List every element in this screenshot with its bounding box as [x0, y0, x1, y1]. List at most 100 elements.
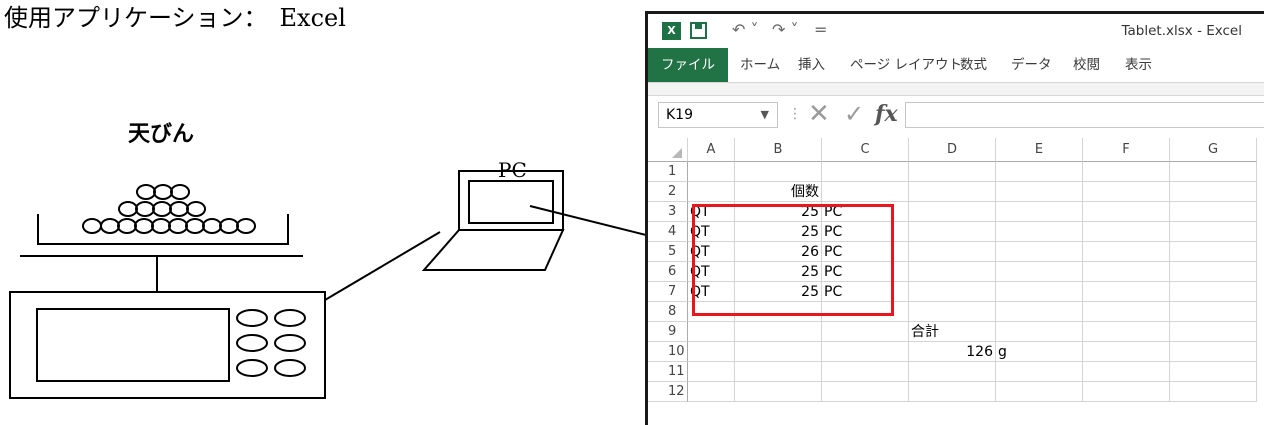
grid-cell[interactable]: [909, 282, 996, 302]
row-header[interactable]: 12: [648, 382, 688, 402]
tab-file[interactable]: ファイル: [648, 48, 728, 82]
grid-cell[interactable]: [1170, 242, 1257, 262]
grid-cell[interactable]: [996, 202, 1083, 222]
grid-cell[interactable]: [1083, 202, 1170, 222]
tab-insert[interactable]: 挿入: [798, 48, 825, 82]
tab-review[interactable]: 校閲: [1073, 48, 1100, 82]
grid-cell[interactable]: [1083, 222, 1170, 242]
grid-cell[interactable]: [1170, 342, 1257, 362]
column-header-a[interactable]: A: [688, 138, 735, 162]
column-header-f[interactable]: F: [1083, 138, 1170, 162]
grid-cell[interactable]: [1083, 282, 1170, 302]
grid-cell[interactable]: [996, 382, 1083, 402]
insert-function-icon[interactable]: fx: [875, 101, 898, 127]
grid-cell[interactable]: [1170, 382, 1257, 402]
select-all-corner[interactable]: [648, 138, 688, 162]
row-header[interactable]: 3: [648, 202, 688, 222]
grid-cell[interactable]: [1170, 222, 1257, 242]
undo-icon[interactable]: ↶ ˅: [732, 20, 759, 39]
grid-cell[interactable]: [909, 242, 996, 262]
row-header[interactable]: 6: [648, 262, 688, 282]
save-icon[interactable]: [690, 22, 707, 39]
column-header-d[interactable]: D: [909, 138, 996, 162]
row-header[interactable]: 11: [648, 362, 688, 382]
grid-cell[interactable]: [1170, 322, 1257, 342]
grid-cell[interactable]: [1170, 362, 1257, 382]
grid-cell[interactable]: [996, 242, 1083, 262]
grid-cell[interactable]: [688, 322, 735, 342]
grid-cell[interactable]: [909, 202, 996, 222]
row-header[interactable]: 9: [648, 322, 688, 342]
cell-e10[interactable]: g: [996, 342, 1083, 362]
grid-cell[interactable]: [822, 342, 909, 362]
grid-cell[interactable]: [1170, 182, 1257, 202]
grid-cell[interactable]: [1083, 242, 1170, 262]
grid-cell[interactable]: [1170, 282, 1257, 302]
grid-cell[interactable]: [996, 182, 1083, 202]
grid-cell[interactable]: [909, 382, 996, 402]
grid-cell[interactable]: [1083, 362, 1170, 382]
row-header[interactable]: 2: [648, 182, 688, 202]
cell-d9[interactable]: 合計: [909, 322, 996, 342]
grid-cell[interactable]: [909, 362, 996, 382]
grid-cell[interactable]: [688, 182, 735, 202]
row-header[interactable]: 8: [648, 302, 688, 322]
column-header-b[interactable]: B: [735, 138, 822, 162]
tab-formulas[interactable]: 数式: [960, 48, 987, 82]
grid-cell[interactable]: [735, 322, 822, 342]
row-header[interactable]: 7: [648, 282, 688, 302]
grid-cell[interactable]: [1083, 382, 1170, 402]
column-header-g[interactable]: G: [1170, 138, 1257, 162]
grid-cell[interactable]: [996, 162, 1083, 182]
grid-cell[interactable]: [822, 362, 909, 382]
column-header-c[interactable]: C: [822, 138, 909, 162]
grid-cell[interactable]: [735, 362, 822, 382]
grid-cell[interactable]: [688, 362, 735, 382]
cell-b2[interactable]: 個数: [735, 182, 822, 202]
tab-data[interactable]: データ: [1011, 48, 1052, 82]
grid-cell[interactable]: [1083, 182, 1170, 202]
redo-icon[interactable]: ↷ ˅: [772, 20, 799, 39]
grid-cell[interactable]: [909, 302, 996, 322]
grid-cell[interactable]: [996, 302, 1083, 322]
grid-cell[interactable]: [735, 382, 822, 402]
enter-icon[interactable]: ✓: [844, 100, 864, 128]
grid-cell[interactable]: [996, 362, 1083, 382]
row-header[interactable]: 1: [648, 162, 688, 182]
name-box[interactable]: K19 ▼: [658, 102, 778, 128]
grid-cell[interactable]: [996, 322, 1083, 342]
cell-d10[interactable]: 126: [909, 342, 996, 362]
row-header[interactable]: 5: [648, 242, 688, 262]
grid-cell[interactable]: [1170, 302, 1257, 322]
tab-page-layout[interactable]: ページ レイアウト: [850, 48, 962, 82]
grid-cell[interactable]: [1083, 162, 1170, 182]
grid-cell[interactable]: [909, 182, 996, 202]
grid-cell[interactable]: [822, 162, 909, 182]
grid-cell[interactable]: [909, 162, 996, 182]
grid-cell[interactable]: [1170, 262, 1257, 282]
formula-input[interactable]: [905, 102, 1264, 128]
grid-cell[interactable]: [1170, 162, 1257, 182]
grid-cell[interactable]: [1083, 322, 1170, 342]
grid-cell[interactable]: [1083, 302, 1170, 322]
customize-toolbar-icon[interactable]: =: [814, 20, 827, 39]
grid-cell[interactable]: [822, 382, 909, 402]
grid-cell[interactable]: [996, 262, 1083, 282]
grid-cell[interactable]: [735, 162, 822, 182]
tab-home[interactable]: ホーム: [740, 48, 780, 82]
row-header[interactable]: 4: [648, 222, 688, 242]
grid-cell[interactable]: [909, 262, 996, 282]
grid-cell[interactable]: [688, 382, 735, 402]
row-header[interactable]: 10: [648, 342, 688, 362]
grid-cell[interactable]: [1170, 202, 1257, 222]
grid-cell[interactable]: [688, 162, 735, 182]
chevron-down-icon[interactable]: ▼: [761, 103, 769, 127]
grid-cell[interactable]: [1083, 342, 1170, 362]
grid-cell[interactable]: [1083, 262, 1170, 282]
cancel-icon[interactable]: ✕: [808, 99, 830, 129]
grid-cell[interactable]: [996, 222, 1083, 242]
column-header-e[interactable]: E: [996, 138, 1083, 162]
grid-cell[interactable]: [735, 342, 822, 362]
tab-view[interactable]: 表示: [1125, 48, 1152, 82]
grid-cell[interactable]: [996, 282, 1083, 302]
